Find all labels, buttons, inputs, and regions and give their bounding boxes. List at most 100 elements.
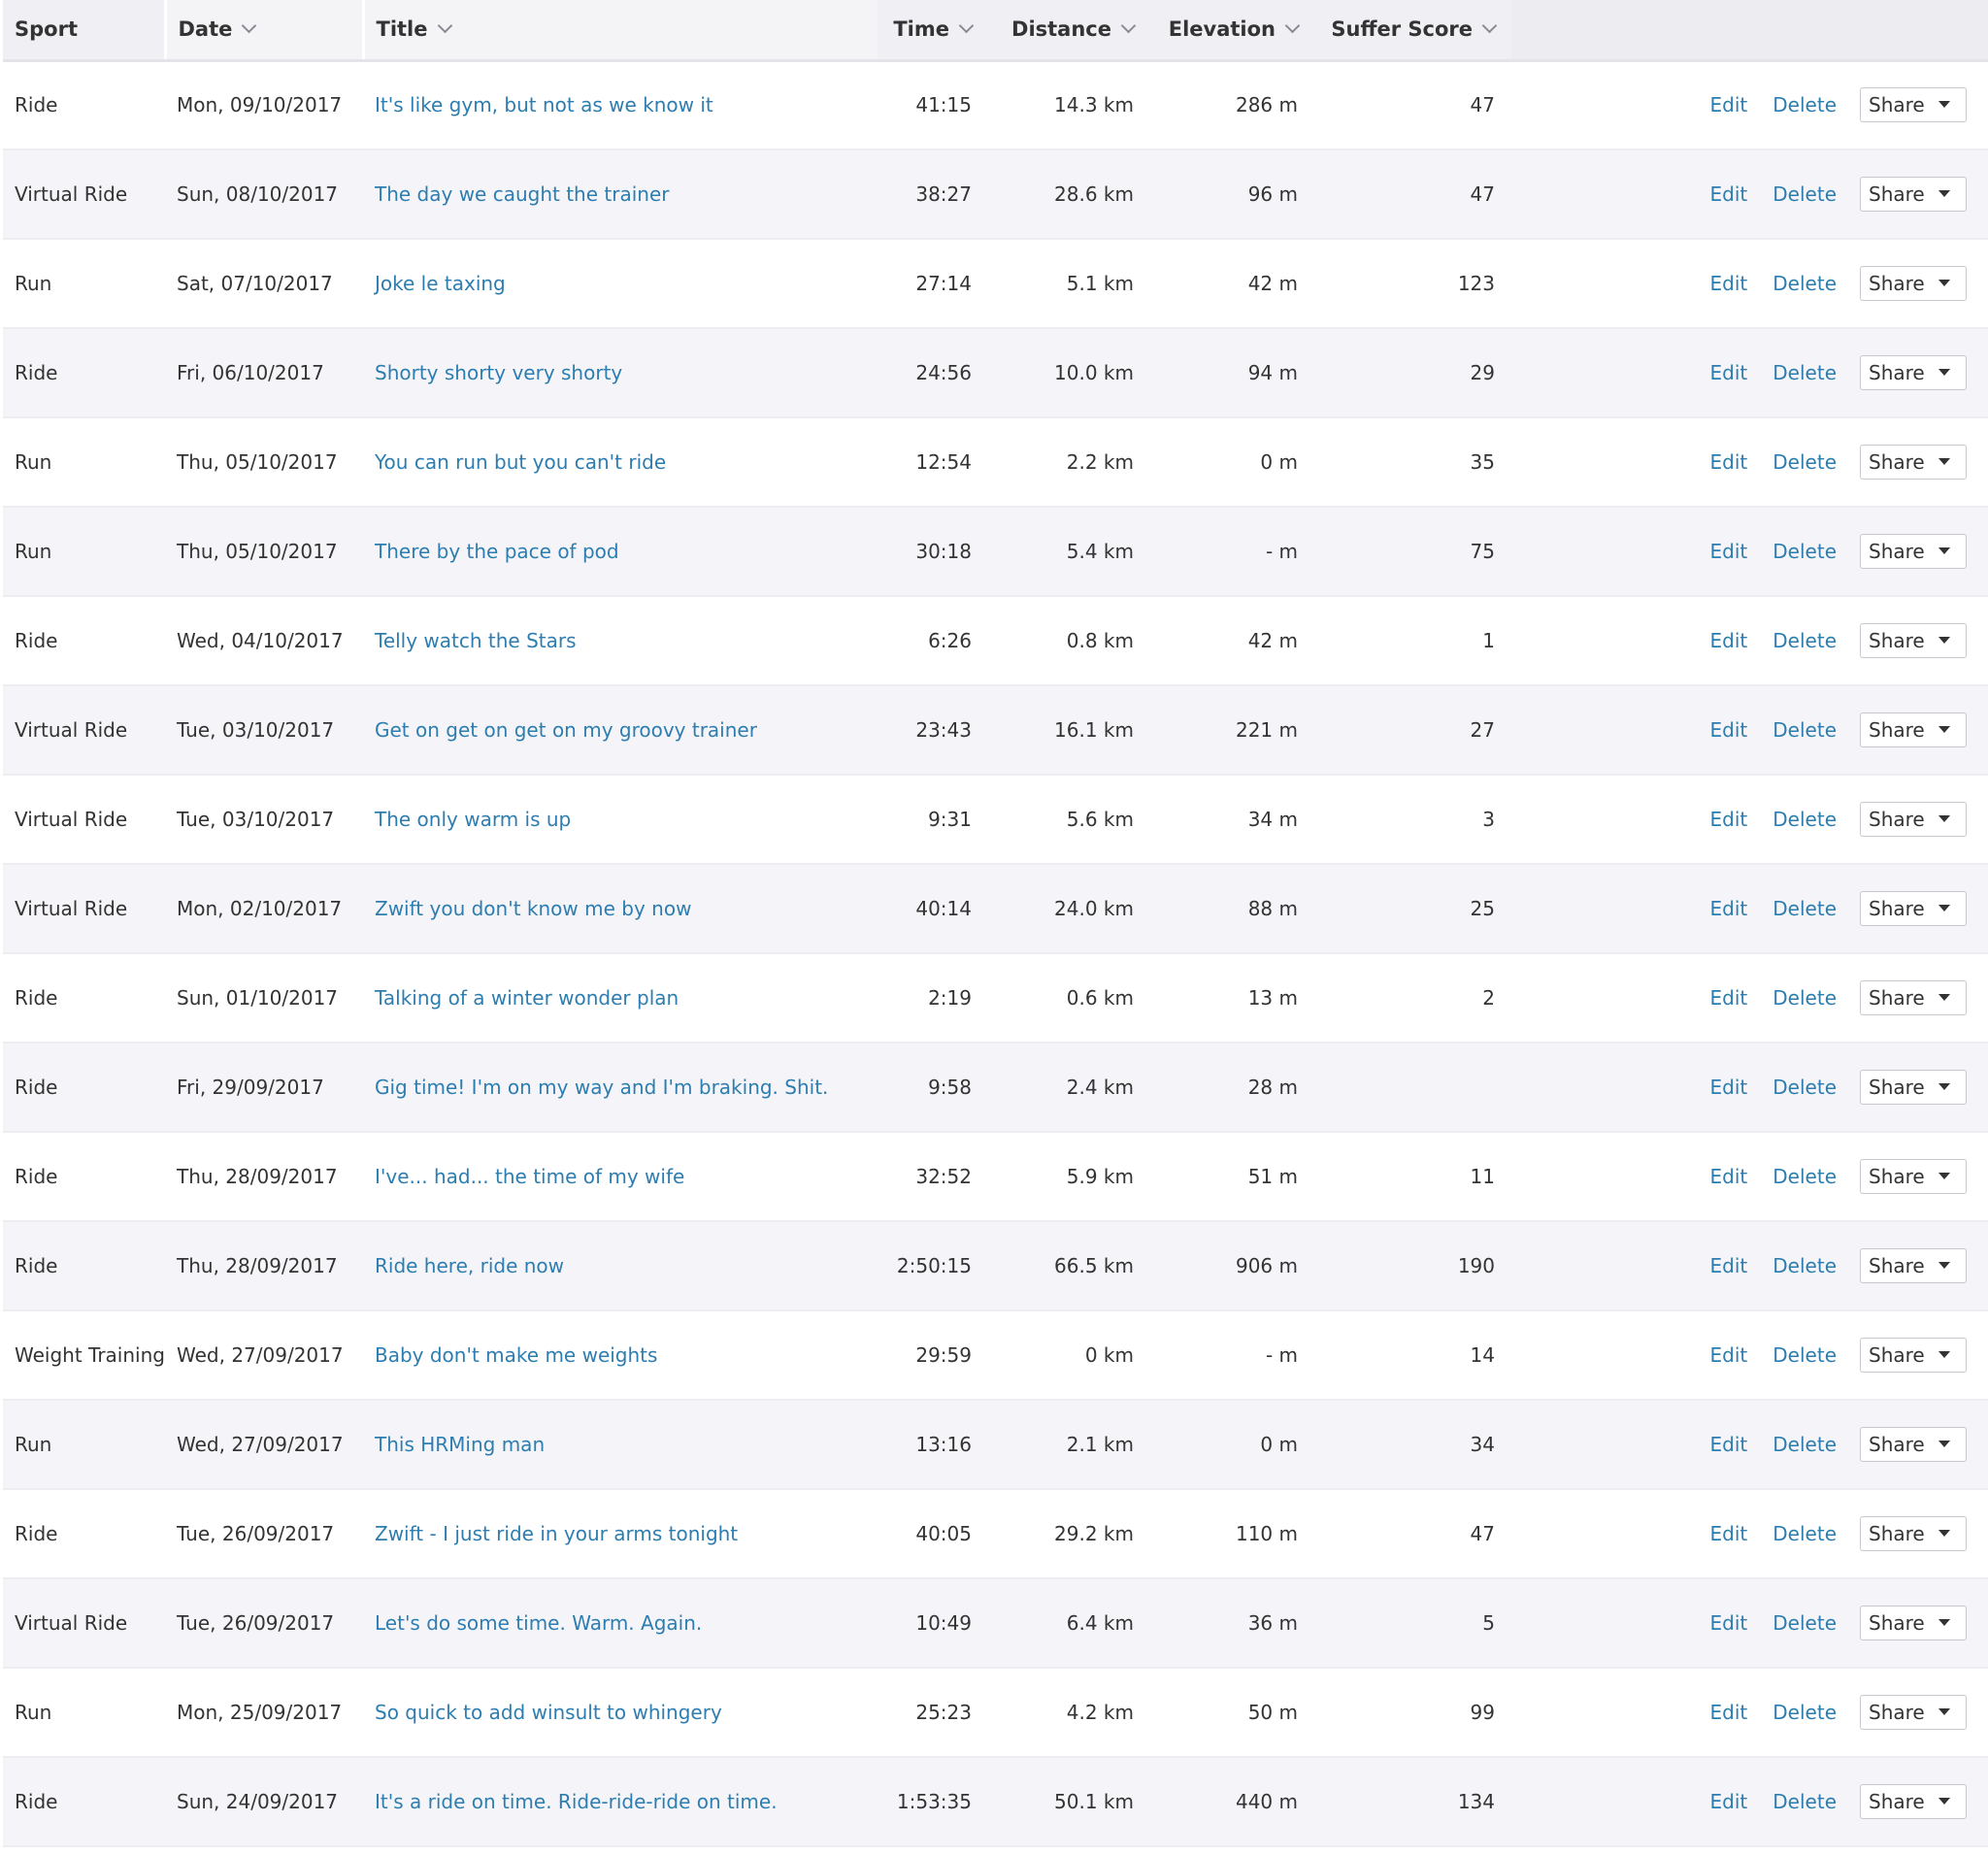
- delete-link[interactable]: Delete: [1773, 1254, 1837, 1277]
- share-button[interactable]: Share: [1860, 1516, 1967, 1551]
- edit-link[interactable]: Edit: [1710, 1165, 1748, 1188]
- sport-cell: Ride: [3, 328, 165, 418]
- activity-title-link[interactable]: Gig time! I'm on my way and I'm braking.…: [375, 1076, 828, 1099]
- column-header-label: Suffer Score: [1331, 17, 1473, 42]
- delete-link[interactable]: Delete: [1773, 808, 1837, 831]
- share-button[interactable]: Share: [1860, 802, 1967, 837]
- edit-link[interactable]: Edit: [1710, 718, 1748, 742]
- edit-link[interactable]: Edit: [1710, 182, 1748, 206]
- edit-link[interactable]: Edit: [1710, 540, 1748, 563]
- date-cell-text: Mon, 09/10/2017: [177, 93, 343, 117]
- share-button[interactable]: Share: [1860, 355, 1967, 390]
- share-button[interactable]: Share: [1860, 87, 1967, 123]
- activity-title-link[interactable]: Zwift - I just ride in your arms tonight: [375, 1522, 738, 1545]
- activity-title-link[interactable]: Get on get on get on my groovy trainer: [375, 718, 757, 742]
- activity-title-link[interactable]: I've... had... the time of my wife: [375, 1165, 684, 1188]
- edit-link[interactable]: Edit: [1710, 1790, 1748, 1813]
- edit-link[interactable]: Edit: [1710, 450, 1748, 474]
- delete-link[interactable]: Delete: [1773, 897, 1837, 920]
- edit-link[interactable]: Edit: [1710, 272, 1748, 295]
- activity-title-link[interactable]: The only warm is up: [375, 808, 571, 831]
- share-button[interactable]: Share: [1860, 980, 1967, 1015]
- edit-link[interactable]: Edit: [1710, 1254, 1748, 1277]
- share-button[interactable]: Share: [1860, 1427, 1967, 1462]
- suffer-score-cell-text: 27: [1470, 718, 1495, 742]
- edit-link[interactable]: Edit: [1710, 1343, 1748, 1367]
- column-header-distance[interactable]: Distance: [989, 0, 1151, 62]
- activity-title-link[interactable]: Baby don't make me weights: [375, 1343, 657, 1367]
- table-row: Run Thu, 05/10/2017 You can run but you ca…: [3, 417, 1988, 508]
- edit-link[interactable]: Edit: [1710, 1076, 1748, 1099]
- delete-link[interactable]: Delete: [1773, 93, 1837, 116]
- share-button[interactable]: Share: [1860, 1159, 1967, 1194]
- share-button[interactable]: Share: [1860, 1248, 1967, 1283]
- activity-title-link[interactable]: The day we caught the trainer: [375, 182, 669, 206]
- delete-link[interactable]: Delete: [1773, 1165, 1837, 1188]
- edit-link[interactable]: Edit: [1710, 629, 1748, 652]
- column-header-elevation[interactable]: Elevation: [1151, 0, 1315, 62]
- share-button[interactable]: Share: [1860, 1695, 1967, 1730]
- edit-link[interactable]: Edit: [1710, 897, 1748, 920]
- delete-link[interactable]: Delete: [1773, 272, 1837, 295]
- activity-title-link[interactable]: Shorty shorty very shorty: [375, 361, 622, 384]
- edit-link[interactable]: Edit: [1710, 1611, 1748, 1635]
- activity-title-link[interactable]: Ride here, ride now: [375, 1254, 564, 1277]
- delete-link[interactable]: Delete: [1773, 540, 1837, 563]
- edit-link[interactable]: Edit: [1710, 986, 1748, 1010]
- column-header-title[interactable]: Title: [361, 0, 878, 62]
- edit-link[interactable]: Edit: [1710, 1522, 1748, 1545]
- delete-link[interactable]: Delete: [1773, 450, 1837, 474]
- suffer-score-cell-text: 29: [1470, 361, 1495, 384]
- delete-link[interactable]: Delete: [1773, 629, 1837, 652]
- sport-cell: Run: [3, 239, 165, 329]
- share-button[interactable]: Share: [1860, 445, 1967, 480]
- activity-title-link[interactable]: You can run but you can't ride: [375, 450, 666, 474]
- distance-cell-text: 10.0 km: [1054, 361, 1134, 384]
- delete-link[interactable]: Delete: [1773, 718, 1837, 742]
- activity-title-link[interactable]: This HRMing man: [375, 1433, 545, 1456]
- delete-link[interactable]: Delete: [1773, 1701, 1837, 1724]
- share-button[interactable]: Share: [1860, 1606, 1967, 1640]
- share-button[interactable]: Share: [1860, 177, 1967, 212]
- column-header-suffer-score[interactable]: Suffer Score: [1315, 0, 1512, 62]
- column-header-time[interactable]: Time: [878, 0, 989, 62]
- share-button[interactable]: Share: [1860, 623, 1967, 658]
- delete-link[interactable]: Delete: [1773, 1611, 1837, 1635]
- delete-link[interactable]: Delete: [1773, 1522, 1837, 1545]
- delete-link[interactable]: Delete: [1773, 1790, 1837, 1813]
- table-row: Run Wed, 27/09/2017 This HRMing man 13:16 2.…: [3, 1400, 1988, 1490]
- activity-title-link[interactable]: Telly watch the Stars: [375, 629, 577, 652]
- delete-link[interactable]: Delete: [1773, 361, 1837, 384]
- activity-title-link[interactable]: It's a ride on time. Ride-ride-ride on t…: [375, 1790, 778, 1813]
- delete-link[interactable]: Delete: [1773, 1433, 1837, 1456]
- title-cell: You can run but you can't ride: [363, 417, 878, 508]
- delete-link[interactable]: Delete: [1773, 1343, 1837, 1367]
- edit-link[interactable]: Edit: [1710, 93, 1748, 116]
- share-button[interactable]: Share: [1860, 1784, 1967, 1819]
- sort-chevron-icon: [1284, 17, 1301, 34]
- delete-link[interactable]: Delete: [1773, 986, 1837, 1010]
- share-button[interactable]: Share: [1860, 712, 1967, 747]
- caret-down-icon: [1938, 1798, 1950, 1805]
- share-button[interactable]: Share: [1860, 534, 1967, 569]
- title-cell: Telly watch the Stars: [363, 596, 878, 686]
- share-button[interactable]: Share: [1860, 1070, 1967, 1105]
- activity-title-link[interactable]: It's like gym, but not as we know it: [375, 93, 713, 116]
- share-button[interactable]: Share: [1860, 266, 1967, 301]
- activity-title-link[interactable]: Let's do some time. Warm. Again.: [375, 1611, 702, 1635]
- activity-title-link[interactable]: Joke le taxing: [375, 272, 506, 295]
- edit-link[interactable]: Edit: [1710, 361, 1748, 384]
- activity-title-link[interactable]: Zwift you don't know me by now: [375, 897, 691, 920]
- column-header-date[interactable]: Date: [163, 0, 363, 62]
- activity-title-link[interactable]: There by the pace of pod: [375, 540, 619, 563]
- sport-cell-text: Ride: [15, 1522, 58, 1545]
- edit-link[interactable]: Edit: [1710, 1433, 1748, 1456]
- delete-link[interactable]: Delete: [1773, 1076, 1837, 1099]
- activity-title-link[interactable]: So quick to add winsult to whingery: [375, 1701, 722, 1724]
- share-button[interactable]: Share: [1860, 1338, 1967, 1373]
- delete-link[interactable]: Delete: [1773, 182, 1837, 206]
- edit-link[interactable]: Edit: [1710, 808, 1748, 831]
- activity-title-link[interactable]: Talking of a winter wonder plan: [375, 986, 679, 1010]
- edit-link[interactable]: Edit: [1710, 1701, 1748, 1724]
- share-button[interactable]: Share: [1860, 891, 1967, 926]
